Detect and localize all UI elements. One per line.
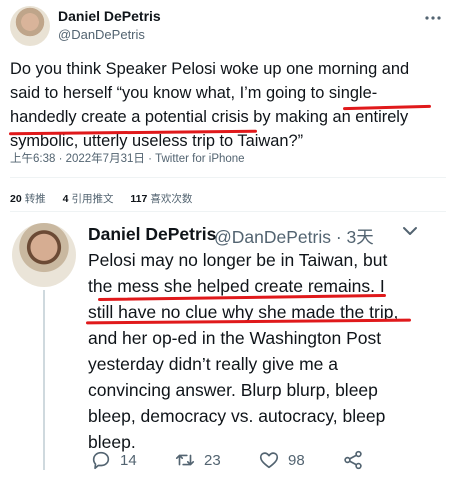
reply-author-avatar[interactable]	[12, 223, 76, 287]
reply-text-line: convincing answer. Blurp blurp, bleep	[88, 380, 378, 400]
reply-text-line: and her op-ed in the Washington Post	[88, 328, 382, 348]
tweet-text-line: Do you think Speaker Pelosi woke up one …	[10, 60, 410, 78]
share-button[interactable]	[342, 449, 372, 471]
reply-author-handle[interactable]: @DanDePetris · 3天	[214, 224, 374, 249]
reply-actions: 14 23 98	[90, 449, 430, 473]
reply-button[interactable]: 14	[90, 449, 137, 471]
tweet-text-line: said to herself “you know what, I’m goin…	[10, 84, 378, 102]
retweet-icon	[175, 454, 195, 466]
reply-count: 14	[120, 451, 137, 469]
tweet-text: Do you think Speaker Pelosi woke up one …	[10, 57, 450, 153]
author-name[interactable]: Daniel DePetris	[58, 8, 161, 24]
reply-text-line: bleep, democracy vs. autocracy, bleep	[88, 406, 386, 426]
stat-label: 喜欢次数	[150, 193, 193, 205]
stat-label: 转推	[24, 193, 46, 205]
share-icon	[344, 450, 362, 470]
divider	[10, 177, 446, 178]
like-count: 98	[288, 451, 305, 469]
more-dots-icon[interactable]	[424, 8, 442, 26]
author-avatar[interactable]	[10, 6, 50, 46]
reply-text: Pelosi may no longer be in Taiwan, but t…	[88, 247, 448, 455]
quotes-stat[interactable]: 4 引用推文	[63, 193, 114, 205]
author-handle[interactable]: @DanDePetris	[58, 27, 145, 42]
heart-icon	[259, 452, 279, 469]
reply-text-line: Pelosi may no longer be in Taiwan, but	[88, 250, 388, 270]
likes-stat[interactable]: 117 喜欢次数	[130, 193, 192, 205]
stat-count: 117	[130, 193, 148, 205]
retweet-count: 23	[204, 451, 221, 469]
stat-count: 20	[10, 193, 22, 205]
reply-text-line: yesterday didn’t really give me a	[88, 354, 338, 374]
divider	[10, 211, 446, 212]
reply-author-name[interactable]: Daniel DePetris	[88, 224, 216, 245]
more-dots-icon[interactable]	[400, 221, 420, 246]
comment-icon	[92, 451, 110, 470]
stat-label: 引用推文	[71, 193, 114, 205]
retweet-button[interactable]: 23	[174, 449, 221, 471]
like-button[interactable]: 98	[258, 449, 305, 471]
tweet-stats: 20 转推 4 引用推文 117 喜欢次数	[10, 191, 206, 206]
stat-count: 4	[62, 193, 69, 205]
thread-connector	[43, 290, 45, 470]
retweets-stat[interactable]: 20 转推	[10, 193, 46, 205]
tweet-timestamp[interactable]: 上午6:38 · 2022年7月31日 · Twitter for iPhone	[10, 150, 245, 166]
